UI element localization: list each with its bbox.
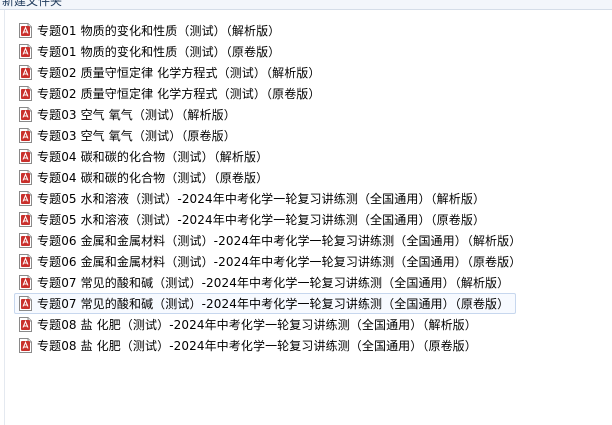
pdf-file-icon [19,65,32,80]
file-item[interactable]: 专题06 金属和金属材料（测试）-2024年中考化学一轮复习讲练测（全国通用）（… [14,251,528,272]
file-name: 专题07 常见的酸和碱（测试）-2024年中考化学一轮复习讲练测（全国通用）（原… [37,296,510,311]
pdf-file-icon [19,254,32,269]
file-item[interactable]: 专题07 常见的酸和碱（测试）-2024年中考化学一轮复习讲练测（全国通用）（原… [14,293,517,314]
file-item[interactable]: 专题06 金属和金属材料（测试）-2024年中考化学一轮复习讲练测（全国通用）（… [14,230,528,251]
file-item[interactable]: 专题05 水和溶液（测试）-2024年中考化学一轮复习讲练测（全国通用）（原卷版… [14,209,492,230]
file-list: 专题01 物质的变化和性质（测试）（解析版） 专题01 物质的变化和性质（测试）（… [14,20,610,356]
file-item[interactable]: 专题05 水和溶液（测试）-2024年中考化学一轮复习讲练测（全国通用）（解析版… [14,188,492,209]
file-name: 专题06 金属和金属材料（测试）-2024年中考化学一轮复习讲练测（全国通用）（… [37,233,522,248]
file-name: 专题01 物质的变化和性质（测试）（原卷版） [37,44,281,59]
file-item[interactable]: 专题03 空气 氧气（测试）（解析版） [14,104,243,125]
file-name: 专题07 常见的酸和碱（测试）-2024年中考化学一轮复习讲练测（全国通用）（解… [37,275,510,290]
pdf-file-icon [19,212,32,227]
pdf-file-icon [19,275,32,290]
pdf-file-icon [19,128,32,143]
navigation-pane-edge [0,10,5,425]
file-name: 专题02 质量守恒定律 化学方程式（测试）（解析版） [37,65,321,80]
file-name: 专题05 水和溶液（测试）-2024年中考化学一轮复习讲练测（全国通用）（原卷版… [37,212,486,227]
pdf-file-icon [19,170,32,185]
file-name: 专题02 质量守恒定律 化学方程式（测试）（原卷版） [37,86,321,101]
pdf-file-icon [19,317,32,332]
folder-title: 新建文件夹 [2,0,63,8]
file-name: 专题03 空气 氧气（测试）（原卷版） [37,128,236,143]
file-item[interactable]: 专题03 空气 氧气（测试）（原卷版） [14,125,243,146]
pdf-file-icon [19,23,32,38]
file-name: 专题04 碳和碳的化合物（测试）（原卷版） [37,170,269,185]
pdf-file-icon [19,44,32,59]
pdf-file-icon [19,338,32,353]
file-item[interactable]: 专题04 碳和碳的化合物（测试）（解析版） [14,146,275,167]
file-item[interactable]: 专题01 物质的变化和性质（测试）（解析版） [14,20,287,41]
pdf-file-icon [19,86,32,101]
file-item[interactable]: 专题08 盐 化肥（测试）-2024年中考化学一轮复习讲练测（全国通用）（原卷版… [14,335,484,356]
file-item[interactable]: 专题08 盐 化肥（测试）-2024年中考化学一轮复习讲练测（全国通用）（解析版… [14,314,484,335]
file-name: 专题01 物质的变化和性质（测试）（解析版） [37,23,281,38]
pdf-file-icon [19,107,32,122]
pdf-file-icon [19,233,32,248]
file-item[interactable]: 专题04 碳和碳的化合物（测试）（原卷版） [14,167,275,188]
file-name: 专题03 空气 氧气（测试）（解析版） [37,107,236,122]
folder-title-bar: 新建文件夹 [0,0,612,10]
file-name: 专题08 盐 化肥（测试）-2024年中考化学一轮复习讲练测（全国通用）（解析版… [37,317,477,332]
file-item[interactable]: 专题07 常见的酸和碱（测试）-2024年中考化学一轮复习讲练测（全国通用）（解… [14,272,516,293]
file-name: 专题08 盐 化肥（测试）-2024年中考化学一轮复习讲练测（全国通用）（原卷版… [37,338,477,353]
file-name: 专题05 水和溶液（测试）-2024年中考化学一轮复习讲练测（全国通用）（解析版… [37,191,486,206]
file-name: 专题04 碳和碳的化合物（测试）（解析版） [37,149,269,164]
file-item[interactable]: 专题02 质量守恒定律 化学方程式（测试）（原卷版） [14,83,328,104]
pdf-file-icon [19,296,32,311]
file-item[interactable]: 专题01 物质的变化和性质（测试）（原卷版） [14,41,287,62]
pdf-file-icon [19,149,32,164]
pdf-file-icon [19,191,32,206]
file-item[interactable]: 专题02 质量守恒定律 化学方程式（测试）（解析版） [14,62,328,83]
file-name: 专题06 金属和金属材料（测试）-2024年中考化学一轮复习讲练测（全国通用）（… [37,254,522,269]
